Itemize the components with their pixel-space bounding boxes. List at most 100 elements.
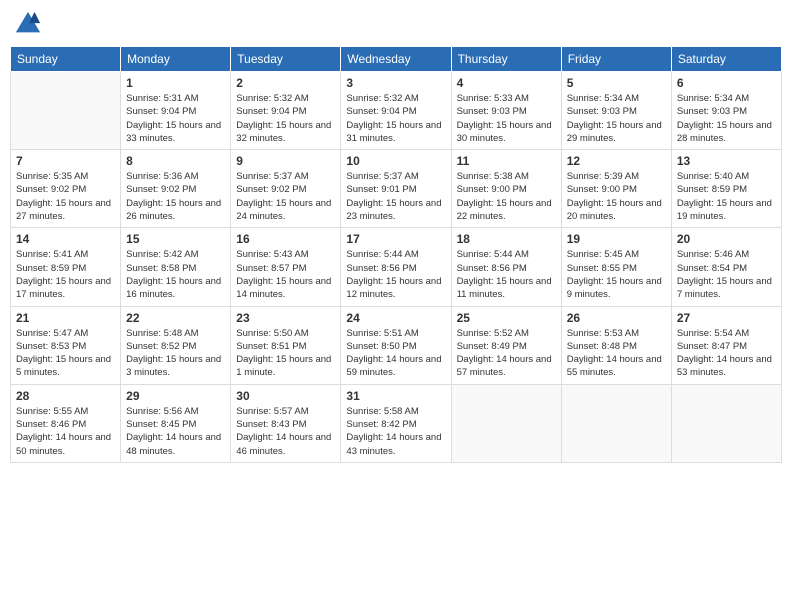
calendar-cell: 29 Sunrise: 5:56 AM Sunset: 8:45 PM Dayl… (121, 384, 231, 462)
day-info: Sunrise: 5:33 AM Sunset: 9:03 PM Dayligh… (457, 92, 556, 145)
weekday-header-sunday: Sunday (11, 47, 121, 72)
day-number: 17 (346, 232, 445, 246)
daylight-text: Daylight: 14 hours and 50 minutes. (16, 432, 111, 456)
calendar-cell: 17 Sunrise: 5:44 AM Sunset: 8:56 PM Dayl… (341, 228, 451, 306)
sunset-text: Sunset: 9:00 PM (567, 184, 637, 195)
day-info: Sunrise: 5:54 AM Sunset: 8:47 PM Dayligh… (677, 327, 776, 380)
sunset-text: Sunset: 8:58 PM (126, 263, 196, 274)
day-number: 23 (236, 311, 335, 325)
calendar-cell: 15 Sunrise: 5:42 AM Sunset: 8:58 PM Dayl… (121, 228, 231, 306)
calendar-cell: 16 Sunrise: 5:43 AM Sunset: 8:57 PM Dayl… (231, 228, 341, 306)
day-info: Sunrise: 5:37 AM Sunset: 9:02 PM Dayligh… (236, 170, 335, 223)
sunrise-text: Sunrise: 5:41 AM (16, 249, 88, 260)
calendar-header: SundayMondayTuesdayWednesdayThursdayFrid… (11, 47, 782, 72)
daylight-text: Daylight: 14 hours and 53 minutes. (677, 354, 772, 378)
sunset-text: Sunset: 8:59 PM (677, 184, 747, 195)
day-info: Sunrise: 5:48 AM Sunset: 8:52 PM Dayligh… (126, 327, 225, 380)
sunset-text: Sunset: 8:53 PM (16, 341, 86, 352)
daylight-text: Daylight: 15 hours and 16 minutes. (126, 276, 221, 300)
sunset-text: Sunset: 8:52 PM (126, 341, 196, 352)
daylight-text: Daylight: 15 hours and 29 minutes. (567, 120, 662, 144)
day-number: 1 (126, 76, 225, 90)
sunset-text: Sunset: 8:45 PM (126, 419, 196, 430)
calendar-cell: 6 Sunrise: 5:34 AM Sunset: 9:03 PM Dayli… (671, 72, 781, 150)
weekday-header-wednesday: Wednesday (341, 47, 451, 72)
daylight-text: Daylight: 15 hours and 28 minutes. (677, 120, 772, 144)
day-number: 4 (457, 76, 556, 90)
sunset-text: Sunset: 8:46 PM (16, 419, 86, 430)
day-number: 16 (236, 232, 335, 246)
day-number: 28 (16, 389, 115, 403)
day-info: Sunrise: 5:34 AM Sunset: 9:03 PM Dayligh… (567, 92, 666, 145)
day-number: 5 (567, 76, 666, 90)
calendar-cell: 5 Sunrise: 5:34 AM Sunset: 9:03 PM Dayli… (561, 72, 671, 150)
day-info: Sunrise: 5:43 AM Sunset: 8:57 PM Dayligh… (236, 248, 335, 301)
day-info: Sunrise: 5:31 AM Sunset: 9:04 PM Dayligh… (126, 92, 225, 145)
calendar-cell: 12 Sunrise: 5:39 AM Sunset: 9:00 PM Dayl… (561, 150, 671, 228)
sunrise-text: Sunrise: 5:37 AM (236, 171, 308, 182)
weekday-header-thursday: Thursday (451, 47, 561, 72)
sunrise-text: Sunrise: 5:34 AM (567, 93, 639, 104)
daylight-text: Daylight: 15 hours and 9 minutes. (567, 276, 662, 300)
day-number: 26 (567, 311, 666, 325)
day-info: Sunrise: 5:32 AM Sunset: 9:04 PM Dayligh… (346, 92, 445, 145)
calendar-table: SundayMondayTuesdayWednesdayThursdayFrid… (10, 46, 782, 463)
sunset-text: Sunset: 9:02 PM (236, 184, 306, 195)
sunset-text: Sunset: 8:56 PM (457, 263, 527, 274)
calendar-cell: 1 Sunrise: 5:31 AM Sunset: 9:04 PM Dayli… (121, 72, 231, 150)
daylight-text: Daylight: 15 hours and 26 minutes. (126, 198, 221, 222)
logo (14, 10, 46, 38)
day-number: 2 (236, 76, 335, 90)
day-number: 19 (567, 232, 666, 246)
daylight-text: Daylight: 15 hours and 5 minutes. (16, 354, 111, 378)
day-number: 7 (16, 154, 115, 168)
sunrise-text: Sunrise: 5:45 AM (567, 249, 639, 260)
sunset-text: Sunset: 8:55 PM (567, 263, 637, 274)
calendar-cell: 2 Sunrise: 5:32 AM Sunset: 9:04 PM Dayli… (231, 72, 341, 150)
sunrise-text: Sunrise: 5:52 AM (457, 328, 529, 339)
day-number: 30 (236, 389, 335, 403)
daylight-text: Daylight: 15 hours and 3 minutes. (126, 354, 221, 378)
day-number: 18 (457, 232, 556, 246)
calendar-body: 1 Sunrise: 5:31 AM Sunset: 9:04 PM Dayli… (11, 72, 782, 463)
daylight-text: Daylight: 15 hours and 14 minutes. (236, 276, 331, 300)
daylight-text: Daylight: 15 hours and 27 minutes. (16, 198, 111, 222)
calendar-cell: 14 Sunrise: 5:41 AM Sunset: 8:59 PM Dayl… (11, 228, 121, 306)
sunset-text: Sunset: 8:47 PM (677, 341, 747, 352)
day-info: Sunrise: 5:32 AM Sunset: 9:04 PM Dayligh… (236, 92, 335, 145)
daylight-text: Daylight: 15 hours and 33 minutes. (126, 120, 221, 144)
sunset-text: Sunset: 8:59 PM (16, 263, 86, 274)
day-number: 29 (126, 389, 225, 403)
calendar-cell: 25 Sunrise: 5:52 AM Sunset: 8:49 PM Dayl… (451, 306, 561, 384)
day-info: Sunrise: 5:40 AM Sunset: 8:59 PM Dayligh… (677, 170, 776, 223)
day-info: Sunrise: 5:35 AM Sunset: 9:02 PM Dayligh… (16, 170, 115, 223)
daylight-text: Daylight: 15 hours and 30 minutes. (457, 120, 552, 144)
weekday-header-monday: Monday (121, 47, 231, 72)
day-info: Sunrise: 5:53 AM Sunset: 8:48 PM Dayligh… (567, 327, 666, 380)
day-info: Sunrise: 5:50 AM Sunset: 8:51 PM Dayligh… (236, 327, 335, 380)
sunset-text: Sunset: 8:49 PM (457, 341, 527, 352)
daylight-text: Daylight: 15 hours and 1 minute. (236, 354, 331, 378)
sunrise-text: Sunrise: 5:53 AM (567, 328, 639, 339)
sunset-text: Sunset: 9:02 PM (16, 184, 86, 195)
daylight-text: Daylight: 14 hours and 43 minutes. (346, 432, 441, 456)
calendar-cell: 27 Sunrise: 5:54 AM Sunset: 8:47 PM Dayl… (671, 306, 781, 384)
calendar-cell: 22 Sunrise: 5:48 AM Sunset: 8:52 PM Dayl… (121, 306, 231, 384)
sunrise-text: Sunrise: 5:46 AM (677, 249, 749, 260)
day-info: Sunrise: 5:56 AM Sunset: 8:45 PM Dayligh… (126, 405, 225, 458)
sunset-text: Sunset: 8:50 PM (346, 341, 416, 352)
sunrise-text: Sunrise: 5:44 AM (346, 249, 418, 260)
day-info: Sunrise: 5:51 AM Sunset: 8:50 PM Dayligh… (346, 327, 445, 380)
weekday-row: SundayMondayTuesdayWednesdayThursdayFrid… (11, 47, 782, 72)
daylight-text: Daylight: 14 hours and 48 minutes. (126, 432, 221, 456)
calendar-cell: 23 Sunrise: 5:50 AM Sunset: 8:51 PM Dayl… (231, 306, 341, 384)
calendar-cell: 20 Sunrise: 5:46 AM Sunset: 8:54 PM Dayl… (671, 228, 781, 306)
sunrise-text: Sunrise: 5:57 AM (236, 406, 308, 417)
calendar-cell: 10 Sunrise: 5:37 AM Sunset: 9:01 PM Dayl… (341, 150, 451, 228)
sunset-text: Sunset: 8:48 PM (567, 341, 637, 352)
sunrise-text: Sunrise: 5:32 AM (236, 93, 308, 104)
sunset-text: Sunset: 8:43 PM (236, 419, 306, 430)
daylight-text: Daylight: 14 hours and 46 minutes. (236, 432, 331, 456)
day-number: 13 (677, 154, 776, 168)
sunrise-text: Sunrise: 5:33 AM (457, 93, 529, 104)
